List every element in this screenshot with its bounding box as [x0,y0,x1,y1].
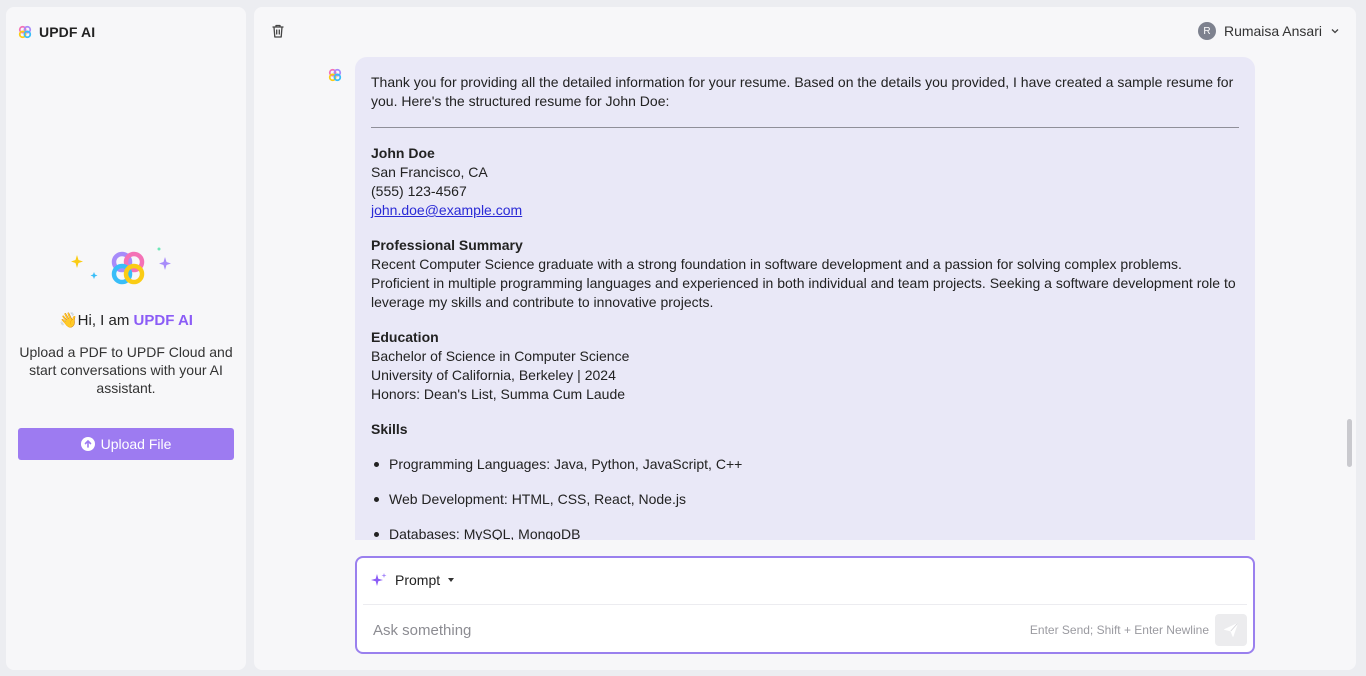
summary-heading: Professional Summary [371,237,523,253]
send-icon [1224,623,1238,637]
contact-email-link[interactable]: john.doe@example.com [371,202,522,218]
education-block: Education Bachelor of Science in Compute… [371,328,1239,404]
caret-down-icon [448,578,455,582]
list-item: Databases: MySQL, MongoDB [371,525,1239,540]
sparkle-icon [371,573,387,586]
education-degree: Bachelor of Science in Computer Science [371,348,630,364]
summary-text: Recent Computer Science graduate with a … [371,256,1236,310]
contact-phone: (555) 123-4567 [371,183,467,199]
user-name: Rumaisa Ansari [1223,23,1322,39]
skills-block: Skills Programming Languages: Java, Pyth… [371,420,1239,540]
send-button[interactable] [1215,614,1247,646]
send-hint: Enter Send; Shift + Enter Newline [1029,623,1209,637]
greeting: 👋Hi, I am UPDF AI [6,311,246,329]
user-menu[interactable]: R Rumaisa Ansari [1197,22,1340,40]
message-divider [371,127,1239,128]
contact-name: John Doe [371,145,435,161]
chevron-down-icon [1331,29,1339,34]
skills-heading: Skills [371,421,408,437]
sidebar: UPDF AI 👋Hi, I am UPDF AI Upload a PDF t… [6,7,246,670]
chat-panel: R Rumaisa Ansari Thank you for providing… [254,7,1356,670]
trash-icon[interactable] [270,23,286,39]
contact-block: John Doe San Francisco, CA (555) 123-456… [371,144,1239,220]
app-title: UPDF AI [39,24,96,40]
skills-list: Programming Languages: Java, Python, Jav… [371,455,1239,540]
composer-divider [363,604,1247,605]
avatar: R [1197,22,1216,40]
prompt-label: Prompt [395,572,441,588]
ai-avatar-icon [328,68,342,82]
education-school: University of California, Berkeley | 202… [371,367,616,383]
greeting-prefix: 👋Hi, I am [59,312,134,329]
updf-logo-icon [18,25,32,39]
greeting-name: UPDF AI [133,312,193,329]
contact-location: San Francisco, CA [371,164,488,180]
chat-scrollbar[interactable] [1347,419,1352,467]
list-item: Programming Languages: Java, Python, Jav… [371,455,1239,474]
updf-ai-logo-icon [71,247,171,285]
upload-arrow-icon [80,437,95,451]
education-honors: Honors: Dean's List, Summa Cum Laude [371,386,626,402]
welcome-description: Upload a PDF to UPDF Cloud and start con… [19,344,233,396]
chat-messages[interactable]: Thank you for providing all the detailed… [324,57,1356,540]
brand: UPDF AI [18,23,95,41]
education-heading: Education [371,329,439,345]
prompt-dropdown[interactable]: Prompt [371,571,455,589]
sparkle-icon [71,255,83,268]
ai-message-bubble: Thank you for providing all the detailed… [355,57,1255,540]
composer: Prompt Enter Send; Shift + Enter Newline [355,556,1255,654]
upload-file-label: Upload File [100,436,172,452]
list-item: Web Development: HTML, CSS, React, Node.… [371,490,1239,509]
summary-block: Professional Summary Recent Computer Sci… [371,236,1239,312]
message-intro: Thank you for providing all the detailed… [371,74,1234,109]
upload-file-button[interactable]: Upload File [18,428,234,460]
ask-input[interactable] [373,620,973,640]
